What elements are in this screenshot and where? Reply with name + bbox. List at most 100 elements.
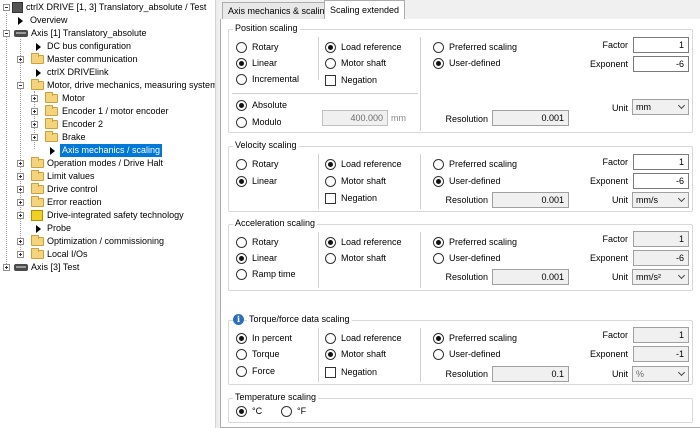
tree-item-safety-technology[interactable]: Drive-integrated safety technology: [0, 209, 215, 222]
expand-icon[interactable]: [17, 212, 24, 219]
acceleration-load-reference-radio[interactable]: [325, 237, 336, 248]
position-unit-select[interactable]: mm: [632, 99, 689, 115]
temperature-fahrenheit-radio[interactable]: [281, 406, 292, 417]
tree-item-axis-mechanics-scaling[interactable]: Axis mechanics / scaling: [0, 144, 215, 157]
tree-item-dc-bus[interactable]: DC bus configuration: [0, 40, 215, 53]
expand-icon[interactable]: [17, 251, 24, 258]
position-preferred-scaling-radio[interactable]: [433, 42, 444, 53]
collapse-icon[interactable]: [3, 4, 10, 11]
expand-icon[interactable]: [17, 56, 24, 63]
tree-item-motor[interactable]: Motor: [0, 92, 215, 105]
velocity-rotary-radio[interactable]: [236, 159, 247, 170]
tree-item-motor-mechanics[interactable]: Motor, drive mechanics, measuring system…: [0, 79, 222, 92]
torque-factor-field[interactable]: 1: [633, 327, 689, 343]
torque-resolution-field[interactable]: 0.1: [492, 366, 569, 382]
expand-icon[interactable]: [17, 160, 24, 167]
tree-item-master-communication[interactable]: Master communication: [0, 53, 215, 66]
tree-item-optimization[interactable]: Optimization / commissioning: [0, 235, 215, 248]
tree-item-label: Axis mechanics / scaling: [60, 144, 163, 157]
position-user-defined-radio[interactable]: [433, 58, 444, 69]
tree-item-limit-values[interactable]: Limit values: [0, 170, 215, 183]
tree-item-overview[interactable]: Overview: [0, 14, 215, 27]
chevron-down-icon: [677, 101, 686, 110]
tree-item-drivelink[interactable]: ctrlX DRIVElink: [0, 66, 215, 79]
position-load-reference-radio[interactable]: [325, 42, 336, 53]
expand-icon[interactable]: [17, 238, 24, 245]
acceleration-exponent-field[interactable]: -6: [633, 250, 689, 266]
tree-item-operation-modes[interactable]: Operation modes / Drive Halt: [0, 157, 215, 170]
position-rotary-radio[interactable]: [236, 42, 247, 53]
acceleration-linear-radio[interactable]: [236, 253, 247, 264]
expand-icon[interactable]: [31, 95, 38, 102]
acceleration-factor-field[interactable]: 1: [633, 231, 689, 247]
tree-item-drive-control[interactable]: Drive control: [0, 183, 215, 196]
tab-scaling-extended[interactable]: Scaling extended: [324, 0, 406, 19]
position-motor-shaft-radio[interactable]: [325, 58, 336, 69]
position-factor-field[interactable]: 1: [633, 37, 689, 53]
position-absolute-radio[interactable]: [236, 100, 247, 111]
acceleration-preferred-scaling-radio[interactable]: [433, 237, 444, 248]
tree-item-axis-3[interactable]: Axis [3] Test: [0, 261, 215, 274]
expand-icon[interactable]: [31, 108, 38, 115]
info-icon[interactable]: i: [233, 314, 244, 325]
position-linear-radio[interactable]: [236, 58, 247, 69]
torque-user-defined-radio[interactable]: [433, 349, 444, 360]
torque-negation-checkbox[interactable]: [325, 367, 336, 378]
tree-item-encoder-1[interactable]: Encoder 1 / motor encoder: [0, 105, 215, 118]
position-factor-label: Factor: [602, 40, 628, 50]
acceleration-ramp-time-radio[interactable]: [236, 269, 247, 280]
velocity-linear-radio[interactable]: [236, 176, 247, 187]
expand-icon[interactable]: [31, 121, 38, 128]
position-incremental-radio[interactable]: [236, 74, 247, 85]
expand-icon[interactable]: [31, 134, 38, 141]
acceleration-user-defined-radio[interactable]: [433, 253, 444, 264]
velocity-preferred-scaling-radio[interactable]: [433, 159, 444, 170]
velocity-load-reference-radio[interactable]: [325, 159, 336, 170]
expand-icon[interactable]: [17, 186, 24, 193]
tree-item-drive[interactable]: ctrlX DRIVE [1, 3] Translatory_absolute …: [0, 1, 215, 14]
torque-in-percent-radio[interactable]: [236, 333, 247, 344]
torque-motor-shaft-radio[interactable]: [325, 349, 336, 360]
position-exponent-field[interactable]: -6: [633, 56, 689, 72]
position-negation-checkbox[interactable]: [325, 75, 336, 86]
position-modulo-radio[interactable]: [236, 117, 247, 128]
acceleration-resolution-field[interactable]: 0.001: [492, 269, 569, 285]
torque-torque-radio[interactable]: [236, 349, 247, 360]
expand-icon[interactable]: [17, 199, 24, 206]
torque-force-radio[interactable]: [236, 366, 247, 377]
position-resolution-field[interactable]: 0.001: [492, 110, 569, 126]
velocity-resolution-field[interactable]: 0.001: [492, 192, 569, 208]
drive-icon: [14, 264, 28, 271]
acceleration-rotary-label: Rotary: [252, 237, 279, 247]
velocity-unit-select[interactable]: mm/s: [632, 192, 689, 208]
velocity-factor-field[interactable]: 1: [633, 154, 689, 170]
torque-resolution-label: Resolution: [445, 369, 488, 379]
temperature-celsius-radio[interactable]: [236, 406, 247, 417]
torque-preferred-scaling-radio[interactable]: [433, 333, 444, 344]
acceleration-ramp-time-label: Ramp time: [252, 269, 296, 279]
tree-item-probe[interactable]: Probe: [0, 222, 215, 235]
modulo-value-field[interactable]: 400.000: [322, 110, 388, 126]
velocity-negation-checkbox[interactable]: [325, 193, 336, 204]
collapse-icon[interactable]: [17, 82, 24, 89]
acceleration-unit-select[interactable]: mm/s²: [632, 269, 689, 285]
folder-icon: [45, 92, 58, 103]
tab-axis-mechanics-scaling[interactable]: Axis mechanics & scaling: [222, 2, 336, 19]
tree-item-local-ios[interactable]: Local I/Os: [0, 248, 215, 261]
expand-icon[interactable]: [17, 173, 24, 180]
tree-item-error-reaction[interactable]: Error reaction: [0, 196, 215, 209]
expand-icon[interactable]: [3, 264, 10, 271]
collapse-icon[interactable]: [3, 30, 10, 37]
velocity-exponent-field[interactable]: -6: [633, 173, 689, 189]
torque-exponent-field[interactable]: -1: [633, 346, 689, 362]
velocity-user-defined-radio[interactable]: [433, 176, 444, 187]
tree-item-brake[interactable]: Brake: [0, 131, 215, 144]
tree-item-axis-1[interactable]: Axis [1] Translatory_absolute: [0, 27, 215, 40]
torque-load-reference-radio[interactable]: [325, 333, 336, 344]
acceleration-rotary-radio[interactable]: [236, 237, 247, 248]
tree-item-encoder-2[interactable]: Encoder 2: [0, 118, 215, 131]
torque-force-label: Force: [252, 366, 276, 376]
velocity-motor-shaft-radio[interactable]: [325, 176, 336, 187]
torque-unit-select[interactable]: %: [632, 366, 689, 382]
acceleration-motor-shaft-radio[interactable]: [325, 253, 336, 264]
